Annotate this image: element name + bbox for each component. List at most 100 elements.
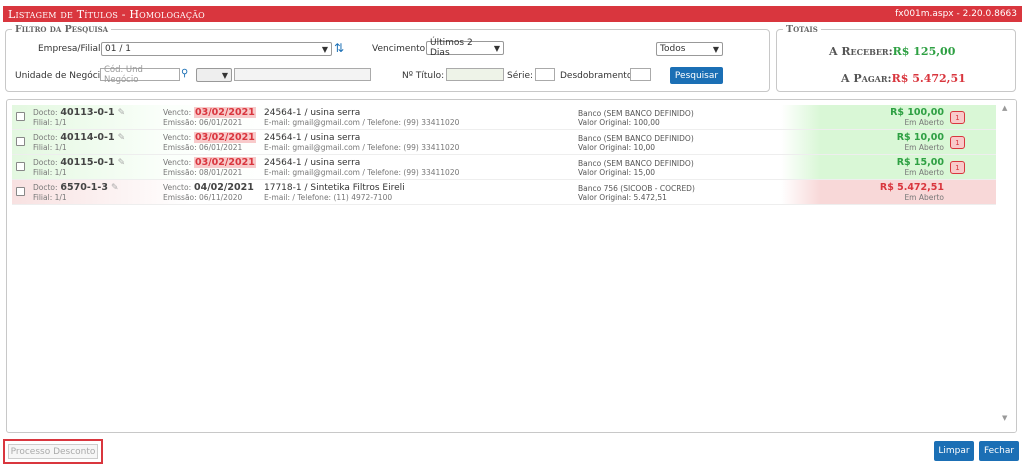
totals-legend: Totais <box>786 24 818 35</box>
results-grid: Docto: 40113-0-1 ✎ Filial: 1/1 Vencto: 03/… <box>6 99 1017 433</box>
edit-icon[interactable]: ✎ <box>118 108 126 118</box>
titulo-label: Nº Título: <box>402 71 445 81</box>
desdobramento-label: Desdobramento: <box>560 71 636 81</box>
scroll-up-icon[interactable]: ▲ <box>1002 104 1007 112</box>
fechar-button[interactable]: Fechar <box>979 441 1019 461</box>
vencto-date: 03/02/2021 <box>193 107 256 118</box>
banco-cell: Banco (SEM BANCO DEFINIDO) Valor Original… <box>578 159 694 177</box>
filial: Filial: 1/1 <box>33 168 67 177</box>
vencto-cell: Vencto: 04/02/2021 Emissão: 06/11/2020 <box>163 182 254 203</box>
filial: Filial: 1/1 <box>33 193 67 202</box>
edit-icon[interactable]: ✎ <box>111 183 119 193</box>
version-label: fx001m.aspx - 2.20.0.8663 <box>895 9 1017 19</box>
status-value: Todos <box>660 44 686 54</box>
valor-cell: R$ 15,00 Em Aberto <box>897 158 944 178</box>
status-select[interactable]: Todos ▼ <box>656 42 723 56</box>
valor: R$ 15,00 <box>896 157 944 168</box>
vencimento-label: Vencimento: <box>372 44 429 54</box>
empresa-label: Empresa/Filial: <box>38 44 104 54</box>
banco: Banco (SEM BANCO DEFINIDO) <box>578 109 694 118</box>
status: Em Aberto <box>904 143 944 152</box>
chevron-down-icon: ▼ <box>712 44 719 54</box>
emissao: Emissão: 06/01/2021 <box>163 143 243 152</box>
valor-original: Valor Original: 10,00 <box>578 143 656 152</box>
edit-icon[interactable]: ✎ <box>118 133 126 143</box>
processo-desconto-highlight: Processo Desconto <box>3 439 103 464</box>
serie-label: Série: <box>507 71 534 81</box>
vencto-cell: Vencto: 03/02/2021 Emissão: 06/01/2021 <box>163 107 256 127</box>
empresa-select[interactable]: 01 / 1 ▼ <box>101 42 332 56</box>
cliente-name: 24564-1 / usina serra <box>264 108 361 118</box>
pagar-value: R$ 5.472,51 <box>891 72 966 85</box>
pesquisar-button[interactable]: Pesquisar <box>670 67 723 84</box>
page-title: Listagem de Títulos - Homologação <box>8 7 205 21</box>
table-row[interactable]: Docto: 40115-0-1 ✎ Filial: 1/1 Vencto: 03/… <box>12 155 998 180</box>
cliente-cell: 17718-1 / Sintetika Filtros Eireli E-mail… <box>264 183 405 203</box>
vencimento-select[interactable]: Últimos 2 Dias ▼ <box>426 38 504 58</box>
valor-cell: R$ 100,00 Em Aberto <box>890 108 944 128</box>
contato: E-mail: gmail@gmail.com / Telefone: (99)… <box>264 143 460 152</box>
refresh-icon[interactable]: ⇅ <box>334 41 344 55</box>
serie-input[interactable] <box>535 68 555 81</box>
cliente-cell: 24564-1 / usina serra E-mail: gmail@gmail… <box>264 158 459 178</box>
docto-cell: Docto: 40113-0-1 ✎ Filial: 1/1 <box>33 107 126 128</box>
desdobramento-input[interactable] <box>630 68 651 81</box>
valor-cell: R$ 5.472,51 Em Aberto <box>880 183 944 203</box>
count-badge[interactable]: 1 <box>950 161 965 174</box>
processo-desconto-button[interactable]: Processo Desconto <box>8 444 98 459</box>
banco: Banco (SEM BANCO DEFINIDO) <box>578 134 694 143</box>
vencto-cell: Vencto: 03/02/2021 Emissão: 08/01/2021 <box>163 157 256 177</box>
contato: E-mail: gmail@gmail.com / Telefone: (99)… <box>264 168 460 177</box>
valor-original: Valor Original: 15,00 <box>578 168 656 177</box>
unidade-input[interactable]: Cód. Und Negócio <box>100 65 180 85</box>
docto-number[interactable]: 40113-0-1 <box>60 107 114 118</box>
docto-number[interactable]: 40115-0-1 <box>60 157 114 168</box>
filial: Filial: 1/1 <box>33 118 67 127</box>
unidade-description-field <box>234 68 371 81</box>
scroll-down-icon[interactable]: ▼ <box>1002 414 1007 422</box>
receber-value: R$ 125,00 <box>892 45 956 58</box>
table-row[interactable]: Docto: 40113-0-1 ✎ Filial: 1/1 Vencto: 03/… <box>12 105 998 130</box>
banco: Banco (SEM BANCO DEFINIDO) <box>578 159 694 168</box>
vencto-cell: Vencto: 03/02/2021 Emissão: 06/01/2021 <box>163 132 256 152</box>
contato: E-mail: / Telefone: (11) 4972-7100 <box>264 193 393 202</box>
chevron-down-icon: ▼ <box>221 70 228 80</box>
unidade-select[interactable]: ▼ <box>196 68 232 82</box>
scrollbar[interactable]: ▲ ▼ <box>996 100 1016 432</box>
row-checkbox[interactable] <box>16 187 25 196</box>
status: Em Aberto <box>904 168 944 177</box>
contato: E-mail: gmail@gmail.com / Telefone: (99)… <box>264 118 460 127</box>
cliente-cell: 24564-1 / usina serra E-mail: gmail@gmail… <box>264 108 459 128</box>
docto-number[interactable]: 6570-1-3 <box>60 182 108 193</box>
banco-cell: Banco 756 (SICOOB - COCRED) Valor Origina… <box>578 184 695 202</box>
titulo-input[interactable] <box>446 68 504 81</box>
chevron-down-icon: ▼ <box>493 43 500 53</box>
table-row[interactable]: Docto: 6570-1-3 ✎ Filial: 1/1 Vencto: 04/0… <box>12 180 998 205</box>
emissao: Emissão: 06/01/2021 <box>163 118 243 127</box>
valor-original: Valor Original: 100,00 <box>578 118 660 127</box>
count-badge[interactable]: 1 <box>950 136 965 149</box>
docto-number[interactable]: 40114-0-1 <box>60 132 114 143</box>
docto-cell: Docto: 40114-0-1 ✎ Filial: 1/1 <box>33 132 126 153</box>
pagar-label: A Pagar: <box>841 72 892 85</box>
row-checkbox[interactable] <box>16 137 25 146</box>
filter-legend: Filtro da Pesquisa <box>15 24 109 35</box>
title-bar: Listagem de Títulos - Homologação fx001m… <box>3 6 1022 22</box>
vencto-date: 03/02/2021 <box>193 132 256 143</box>
filial: Filial: 1/1 <box>33 143 67 152</box>
cliente-name: 24564-1 / usina serra <box>264 133 361 143</box>
docto-cell: Docto: 40115-0-1 ✎ Filial: 1/1 <box>33 157 126 178</box>
receber-total: A Receber:R$ 125,00 <box>829 45 955 58</box>
cliente-cell: 24564-1 / usina serra E-mail: gmail@gmail… <box>264 133 459 153</box>
valor-cell: R$ 10,00 Em Aberto <box>897 133 944 153</box>
banco-cell: Banco (SEM BANCO DEFINIDO) Valor Original… <box>578 109 694 127</box>
row-checkbox[interactable] <box>16 162 25 171</box>
limpar-button[interactable]: Limpar <box>934 441 974 461</box>
search-icon[interactable]: ⚲ <box>181 68 188 79</box>
row-checkbox[interactable] <box>16 112 25 121</box>
edit-icon[interactable]: ✎ <box>118 158 126 168</box>
count-badge[interactable]: 1 <box>950 111 965 124</box>
table-row[interactable]: Docto: 40114-0-1 ✎ Filial: 1/1 Vencto: 03/… <box>12 130 998 155</box>
status: Em Aberto <box>904 193 944 202</box>
valor: R$ 10,00 <box>896 132 944 143</box>
